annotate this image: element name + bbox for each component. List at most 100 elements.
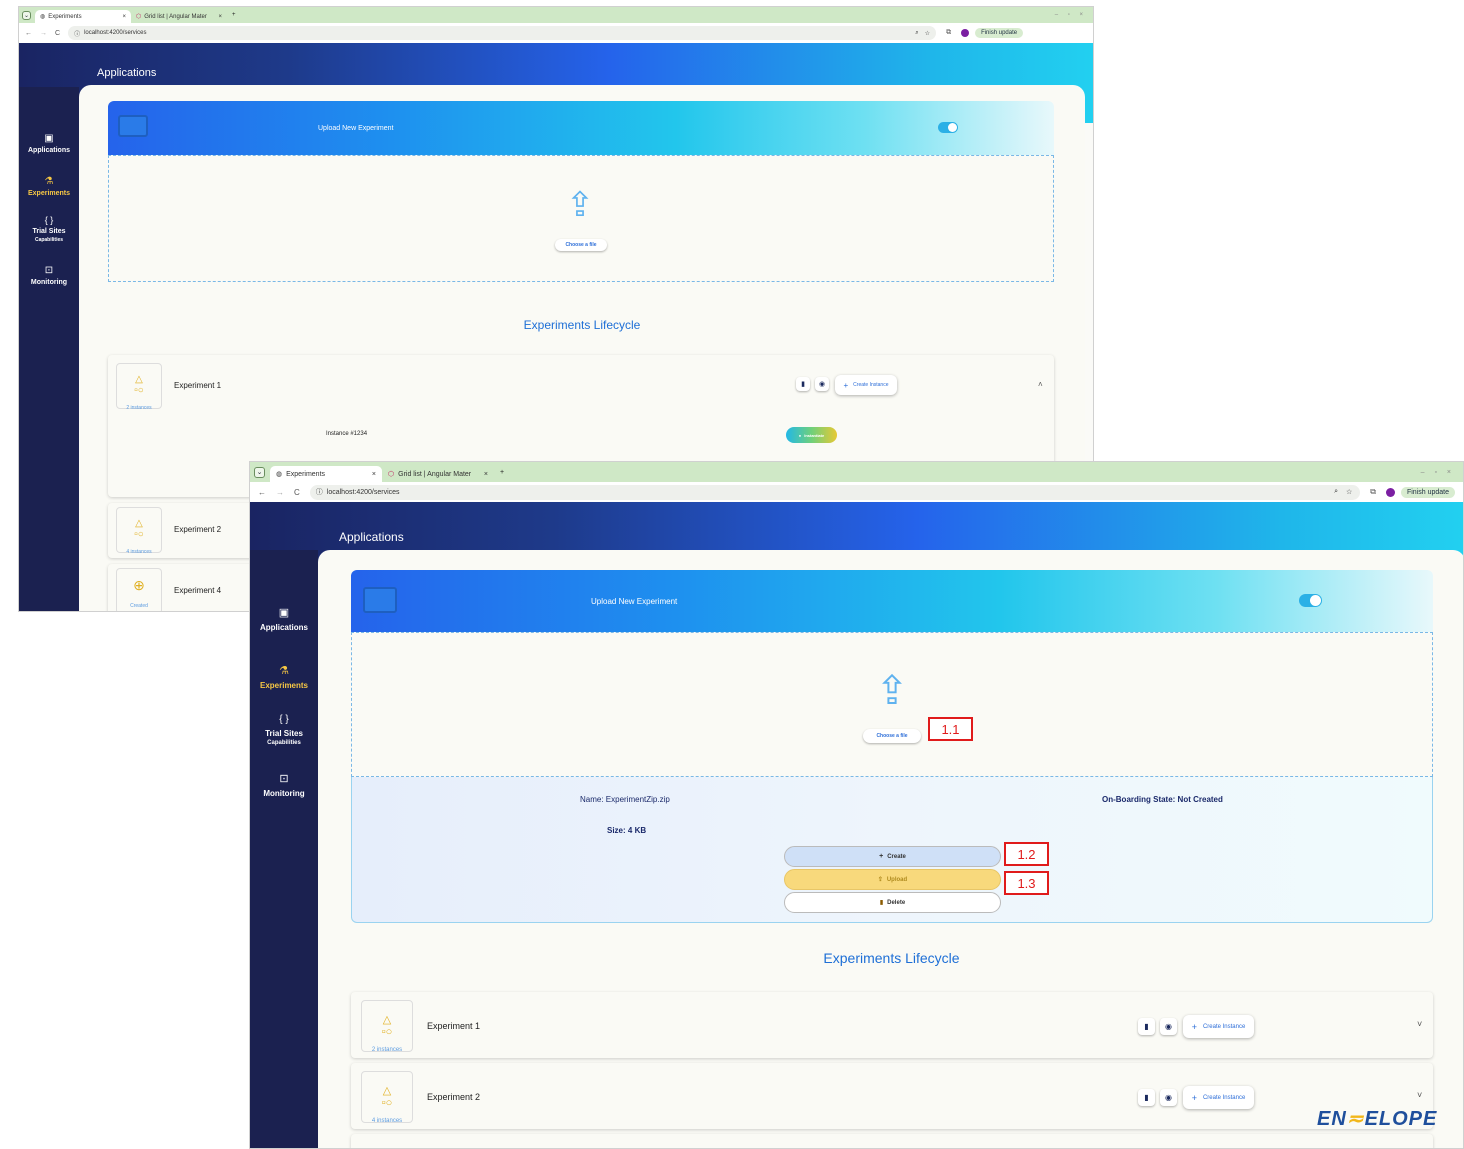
upload-header: Upload New Experiment bbox=[108, 101, 1054, 155]
sidebar-item-applications[interactable]: ▣ Applications bbox=[250, 606, 318, 632]
upload-dropzone[interactable]: ⇪ Choose a file bbox=[108, 155, 1054, 282]
finish-update-button[interactable]: Finish update bbox=[975, 28, 1024, 38]
create-instance-label: Create Instance bbox=[853, 382, 889, 388]
wifi-v-icon: ≂ bbox=[1346, 1108, 1365, 1130]
sidebar-item-monitoring[interactable]: ⊡ Monitoring bbox=[250, 772, 318, 798]
sidebar-item-experiments[interactable]: ⚗ Experiments bbox=[250, 664, 318, 690]
sidebar-item-applications[interactable]: ▣ Applications bbox=[19, 133, 79, 154]
chevron-up-icon[interactable]: ˄ bbox=[1038, 380, 1043, 389]
url-field[interactable]: ⓘ localhost:4200/services ⌕ ☆ bbox=[68, 26, 937, 40]
sidebar-item-label: Trial Sites bbox=[265, 729, 303, 738]
finish-update-button[interactable]: Finish update bbox=[1400, 486, 1455, 498]
view-button[interactable]: ◉ bbox=[1160, 1089, 1177, 1106]
shapes-icon: △ ▫○ bbox=[381, 1014, 393, 1038]
upload-toggle[interactable] bbox=[1299, 594, 1322, 607]
experiment-name: Experiment 4 bbox=[174, 586, 222, 595]
view-button[interactable]: ◉ bbox=[815, 377, 829, 391]
reload-icon[interactable]: C bbox=[294, 488, 300, 497]
upload-button[interactable]: ⇪ Upload bbox=[784, 869, 1001, 890]
experiment-card[interactable]: △ ▫○ 2 instances Experiment 1 ▮ ◉ + Create… bbox=[351, 992, 1433, 1058]
back-icon[interactable]: ← bbox=[258, 488, 266, 497]
zoom-icon[interactable]: ⌕ bbox=[1334, 488, 1338, 496]
delete-button[interactable]: ▮ bbox=[1138, 1018, 1155, 1035]
delete-button[interactable]: ▮ bbox=[1138, 1089, 1155, 1106]
sidebar-item-label: Applications bbox=[259, 623, 308, 632]
sidebar-item-trial-sites[interactable]: { } Trial Sites Capabilities bbox=[250, 714, 318, 746]
view-button[interactable]: ◉ bbox=[1160, 1018, 1177, 1035]
new-tab-button[interactable]: + bbox=[232, 12, 236, 18]
tab-grid-list[interactable]: ⬡ Grid list | Angular Mater × bbox=[131, 10, 227, 23]
url-text: localhost:4200/services bbox=[84, 30, 147, 36]
instance-count: 4 instances bbox=[371, 1118, 403, 1124]
bookmark-star-icon[interactable]: ☆ bbox=[925, 30, 930, 37]
instance-label: Instance #1234 bbox=[326, 431, 368, 437]
upload-toggle[interactable] bbox=[938, 122, 958, 133]
tab-grid-list[interactable]: ⬡ Grid list | Angular Mater × bbox=[382, 466, 494, 482]
forward-icon[interactable]: → bbox=[276, 488, 284, 497]
instantiate-button[interactable]: ● Instantiate bbox=[786, 427, 837, 443]
choose-file-button[interactable]: Choose a file bbox=[555, 239, 607, 251]
profile-avatar[interactable] bbox=[1385, 487, 1395, 497]
plus-icon: + bbox=[1191, 1021, 1197, 1032]
site-info-icon[interactable]: ⓘ bbox=[74, 29, 80, 38]
close-tab-icon[interactable]: × bbox=[484, 471, 488, 478]
tab-menu-button[interactable]: ⌄ bbox=[22, 10, 31, 20]
delete-file-button[interactable]: ▮ Delete bbox=[784, 892, 1001, 913]
create-instance-button[interactable]: + Create Instance bbox=[1183, 1086, 1254, 1109]
upload-dropzone[interactable]: ⇪ Choose a file bbox=[351, 632, 1433, 777]
annotation-1-1: 1.1 bbox=[928, 717, 973, 741]
close-tab-icon[interactable]: × bbox=[122, 14, 126, 20]
bookmark-star-icon[interactable]: ☆ bbox=[1346, 488, 1352, 496]
tab-experiments[interactable]: ◍ Experiments × bbox=[270, 466, 382, 482]
upload-arrow-icon: ⇪ bbox=[875, 669, 909, 713]
angular-icon: ⬡ bbox=[136, 14, 142, 20]
sidebar-item-sublabel: Capabilities bbox=[267, 740, 301, 746]
window-controls[interactable]: – ▫ × bbox=[1421, 469, 1455, 476]
create-button[interactable]: + Create bbox=[784, 846, 1001, 867]
profile-avatar[interactable] bbox=[961, 29, 970, 37]
experiment-name: Experiment 1 bbox=[174, 381, 222, 390]
extensions-icon[interactable]: ⧉ bbox=[1370, 487, 1376, 497]
close-tab-icon[interactable]: × bbox=[218, 14, 222, 20]
chevron-down-icon[interactable]: ˅ bbox=[1417, 1019, 1422, 1029]
zoom-icon[interactable]: ⌕ bbox=[915, 30, 918, 37]
back-icon[interactable]: ← bbox=[25, 30, 32, 37]
tab-title: Experiments bbox=[48, 13, 82, 20]
experiment-card[interactable] bbox=[351, 1134, 1433, 1148]
play-icon: ● bbox=[798, 432, 802, 438]
site-info-icon[interactable]: ⓘ bbox=[316, 487, 323, 497]
sidebar-item-trial-sites[interactable]: { } Trial Sites Capabilities bbox=[19, 215, 79, 243]
braces-icon: { } bbox=[44, 215, 54, 225]
experiment-card[interactable]: △ ▫○ 4 instances Experiment 2 ▮ ◉ + Create… bbox=[351, 1063, 1433, 1129]
extensions-icon[interactable]: ⧉ bbox=[946, 29, 951, 37]
choose-file-button[interactable]: Choose a file bbox=[863, 729, 921, 743]
browser-tab-bar: ⌄ ◍ Experiments × ⬡ Grid list | Angular … bbox=[19, 7, 1093, 23]
create-instance-button[interactable]: + Create Instance bbox=[1183, 1015, 1254, 1038]
reload-icon[interactable]: C bbox=[55, 30, 60, 37]
tab-title: Experiments bbox=[286, 470, 326, 478]
forward-icon[interactable]: → bbox=[40, 30, 47, 37]
braces-icon: { } bbox=[279, 714, 289, 725]
eye-icon: ◉ bbox=[1165, 1022, 1172, 1031]
address-bar: ← → C ⓘ localhost:4200/services ⌕ ☆ ⧉ Fi… bbox=[19, 23, 1093, 43]
window-controls[interactable]: – ▫ × bbox=[1055, 12, 1087, 18]
trash-icon: ▮ bbox=[1144, 1093, 1149, 1102]
tab-menu-button[interactable]: ⌄ bbox=[254, 466, 265, 478]
upload-arrow-icon: ⇪ bbox=[565, 186, 595, 224]
tab-experiments[interactable]: ◍ Experiments × bbox=[35, 10, 131, 23]
sidebar-item-label: Monitoring bbox=[263, 789, 305, 798]
sidebar-item-label: Trial Sites bbox=[32, 228, 66, 235]
create-instance-button[interactable]: + Create Instance bbox=[835, 375, 897, 395]
upload-title: Upload New Experiment bbox=[318, 124, 394, 132]
close-tab-icon[interactable]: × bbox=[372, 471, 376, 478]
new-tab-button[interactable]: + bbox=[500, 469, 504, 476]
plus-icon: + bbox=[1191, 1092, 1197, 1103]
sidebar-item-monitoring[interactable]: ⊡ Monitoring bbox=[19, 265, 79, 286]
create-instance-label: Create Instance bbox=[1202, 1094, 1246, 1101]
url-field[interactable]: ⓘ localhost:4200/services ⌕ ☆ bbox=[309, 484, 1361, 500]
monitor-chart-icon: ⊡ bbox=[44, 265, 54, 276]
instance-count: Created bbox=[130, 603, 148, 609]
sidebar-item-experiments[interactable]: ⚗ Experiments bbox=[19, 176, 79, 197]
delete-button[interactable]: ▮ bbox=[796, 377, 810, 391]
chevron-down-icon[interactable]: ˅ bbox=[1417, 1090, 1422, 1100]
